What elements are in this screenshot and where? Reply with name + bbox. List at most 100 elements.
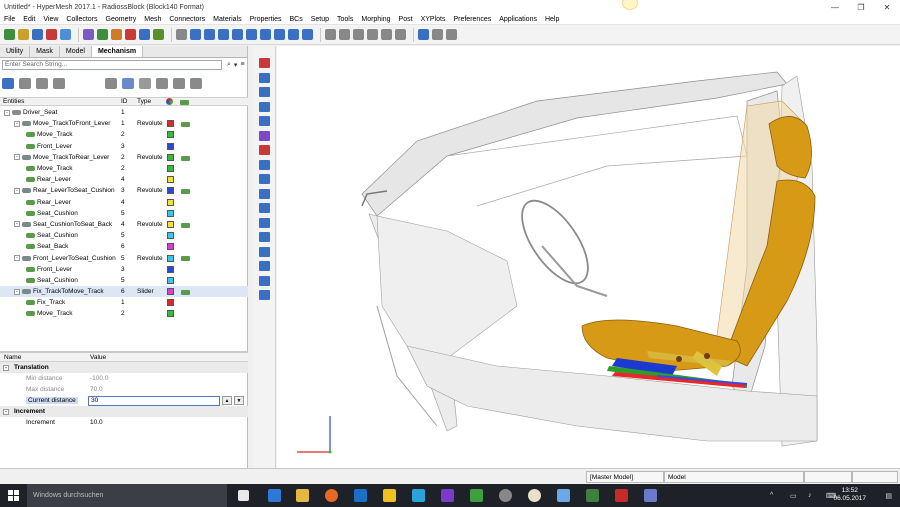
menu-mesh[interactable]: Mesh	[144, 16, 161, 23]
expand-toggle-icon[interactable]: -	[14, 120, 20, 127]
view-tool-icon[interactable]	[259, 58, 270, 68]
view-tool-icon[interactable]	[259, 101, 270, 112]
menu-properties[interactable]: Properties	[250, 16, 282, 23]
joint-lock-icon[interactable]	[181, 222, 190, 228]
property-row[interactable]: Increment 10.0	[0, 417, 248, 428]
toolbar-tool-icon[interactable]	[302, 29, 313, 40]
volume-icon[interactable]: ♪	[808, 492, 812, 499]
view-tool-icon[interactable]	[259, 217, 270, 228]
hypermesh-taskbar-icon[interactable]	[644, 489, 657, 502]
view-tool-icon[interactable]	[259, 130, 270, 141]
tree-row[interactable]: - Rear_LeverToSeat_Cushion 3 Revolute	[0, 185, 248, 196]
collapse-toggle-icon[interactable]: -	[3, 364, 9, 371]
menu-setup[interactable]: Setup	[311, 16, 329, 23]
toolbar-tool-icon[interactable]	[325, 29, 336, 40]
color-swatch[interactable]	[167, 310, 174, 318]
toolbar-tool-icon[interactable]	[139, 29, 150, 40]
tree-row[interactable]: Front_Lever 3	[0, 264, 248, 275]
toolbar-tool-icon[interactable]	[97, 29, 108, 40]
toolbar-tool-icon[interactable]	[274, 29, 285, 40]
dropdown-icon[interactable]: ▾	[234, 61, 238, 69]
notification-icon[interactable]: ▤	[885, 492, 892, 500]
assembly-icon[interactable]	[122, 77, 134, 89]
joint-lock-icon[interactable]	[181, 290, 190, 295]
color-swatch[interactable]	[167, 299, 174, 307]
increment-up-icon[interactable]: ▲	[222, 396, 232, 405]
toolbar-tool-icon[interactable]	[246, 29, 257, 40]
toolbar-tool-icon[interactable]	[153, 29, 164, 40]
transparency-icon[interactable]	[156, 77, 168, 89]
toolbar-tool-icon[interactable]	[381, 29, 392, 40]
joint-icon[interactable]	[19, 77, 31, 89]
tree-row[interactable]: Front_Lever 3	[0, 141, 248, 152]
toolbar-tool-icon[interactable]	[395, 29, 406, 40]
property-group[interactable]: - Translation	[0, 362, 248, 373]
expand-toggle-icon[interactable]: -	[14, 221, 20, 228]
menu-tools[interactable]: Tools	[337, 16, 353, 23]
search-input[interactable]	[2, 59, 222, 70]
menu-icon[interactable]: ≡	[240, 61, 244, 69]
app-icon[interactable]	[470, 489, 483, 502]
expand-toggle-icon[interactable]: -	[4, 109, 10, 116]
joint-lock-icon[interactable]	[181, 155, 190, 161]
color-swatch[interactable]	[167, 288, 174, 296]
tree-row[interactable]: - Front_LeverToSeat_Cushion 5 Revolute	[0, 252, 248, 263]
collapse-toggle-icon[interactable]: -	[3, 408, 9, 415]
tray-chevron-icon[interactable]: ^	[770, 492, 773, 499]
chrome-icon[interactable]	[499, 489, 512, 502]
move-icon[interactable]	[105, 77, 117, 89]
tree-row[interactable]: Rear_Lever 4	[0, 174, 248, 185]
toolbar-tool-icon[interactable]	[367, 29, 378, 40]
view-tool-icon[interactable]	[259, 261, 270, 271]
tree-row[interactable]: Fix_Track 1	[0, 297, 248, 308]
windows-logo-icon[interactable]	[8, 490, 19, 501]
toolbar-tool-icon[interactable]	[111, 29, 122, 40]
joint-lock-icon[interactable]	[181, 122, 190, 128]
view-tool-icon[interactable]	[259, 159, 270, 170]
toolbar-tool-icon[interactable]	[418, 29, 429, 40]
show-icon[interactable]	[190, 77, 202, 89]
color-swatch[interactable]	[167, 153, 174, 161]
toolbar-tool-icon[interactable]	[176, 29, 187, 40]
menu-connectors[interactable]: Connectors	[169, 16, 205, 23]
menu-post[interactable]: Post	[399, 16, 413, 23]
toolbar-tool-icon[interactable]	[18, 29, 29, 40]
color-swatch[interactable]	[167, 276, 174, 284]
property-group[interactable]: - Increment	[0, 406, 248, 417]
col-entities[interactable]: Entities	[3, 98, 24, 105]
tree-row[interactable]: - Driver_Seat 1	[0, 107, 248, 118]
menu-view[interactable]: View	[43, 16, 58, 23]
tree-row[interactable]: - Fix_TrackToMove_Track 6 Slider	[0, 286, 248, 298]
tab-model[interactable]: Model	[60, 46, 92, 57]
maximize-button[interactable]: ❐	[848, 0, 874, 14]
toolbar-tool-icon[interactable]	[353, 29, 364, 40]
acrobat-icon[interactable]	[615, 489, 628, 502]
property-row[interactable]: Current distance 30 ▲ ▼	[0, 395, 248, 406]
color-swatch[interactable]	[167, 131, 174, 139]
menu-xyplots[interactable]: XYPlots	[421, 16, 446, 23]
outlook-icon[interactable]	[354, 489, 367, 502]
menu-bcs[interactable]: BCs	[289, 16, 302, 23]
view-tool-icon[interactable]	[259, 174, 270, 184]
expand-toggle-icon[interactable]: -	[14, 255, 20, 262]
tree-row[interactable]: - Move_TrackToFront_Lever 1 Revolute	[0, 118, 248, 129]
tree-row[interactable]: Move_Track 2	[0, 129, 248, 140]
menu-preferences[interactable]: Preferences	[453, 16, 491, 23]
color-swatch[interactable]	[167, 120, 174, 128]
close-button[interactable]: ✕	[874, 0, 900, 14]
toolbar-tool-icon[interactable]	[125, 29, 136, 40]
create-mechanism-icon[interactable]	[2, 77, 14, 89]
color-swatch[interactable]	[167, 232, 174, 240]
tree-row[interactable]: Move_Track 2	[0, 308, 248, 319]
app-icon[interactable]	[586, 489, 599, 502]
view-tool-icon[interactable]	[259, 290, 270, 300]
view-tool-icon[interactable]	[259, 232, 270, 242]
tree-row[interactable]: - Move_TrackToRear_Lever 2 Revolute	[0, 152, 248, 163]
constraint-icon[interactable]	[53, 77, 65, 89]
menu-morphing[interactable]: Morphing	[361, 16, 390, 23]
color-swatch[interactable]	[167, 165, 174, 173]
graphics-viewport[interactable]	[277, 46, 900, 468]
view-tool-icon[interactable]	[259, 203, 270, 213]
joint-lock-icon[interactable]	[181, 256, 190, 262]
color-swatch[interactable]	[167, 187, 174, 195]
